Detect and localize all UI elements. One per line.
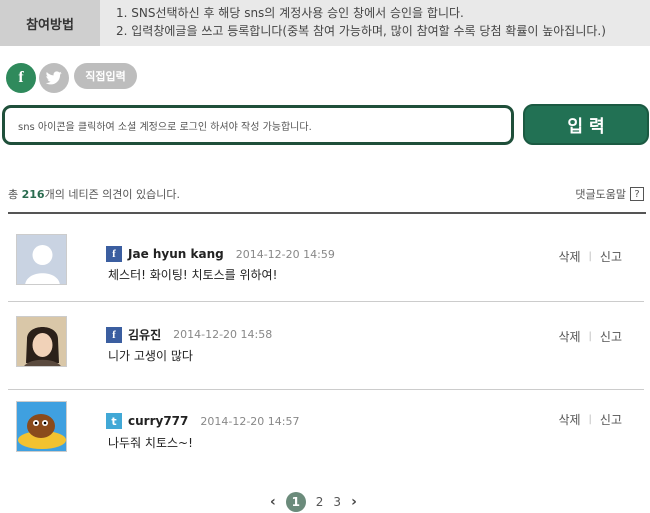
report-link[interactable]: 신고 xyxy=(600,411,622,428)
delete-link[interactable]: 삭제 xyxy=(558,411,580,428)
comment-actions: 삭제 | 신고 xyxy=(558,411,622,428)
comment-actions: 삭제 | 신고 xyxy=(558,248,622,265)
avatar xyxy=(16,234,67,285)
comment-actions: 삭제 | 신고 xyxy=(558,328,622,345)
submit-button[interactable]: 입 력 xyxy=(523,104,649,145)
page-1-button[interactable]: 1 xyxy=(285,492,306,512)
comment-item: t curry777 2014-12-20 14:57 나두줘 치토스~! 삭제… xyxy=(8,390,644,470)
twitter-login-button[interactable] xyxy=(39,63,69,93)
separator: | xyxy=(588,251,592,262)
comment-author: t curry777 2014-12-20 14:57 xyxy=(106,413,300,429)
instructions-label: 참여방법 xyxy=(0,0,100,46)
comment-input-placeholder: sns 아이콘을 클릭하여 소셜 계정으로 로그인 하셔야 작성 가능합니다. xyxy=(18,121,312,133)
comment-text: 체스터! 화이팅! 치토스를 위하여! xyxy=(108,268,278,282)
twitter-icon: t xyxy=(106,413,122,429)
comment-help-label: 댓글도움말 xyxy=(575,188,626,201)
comment-date: 2014-12-20 14:58 xyxy=(173,328,273,341)
comment-count: 총 216개의 네티즌 의견이 있습니다. xyxy=(8,188,181,201)
delete-link[interactable]: 삭제 xyxy=(558,248,580,265)
report-link[interactable]: 신고 xyxy=(600,248,622,265)
comment-item: f Jae hyun kang 2014-12-20 14:59 체스터! 화이… xyxy=(8,222,644,302)
facebook-icon: f xyxy=(106,246,122,262)
comment-count-number: 216 xyxy=(21,188,45,201)
author-name: Jae hyun kang xyxy=(128,247,224,261)
report-link[interactable]: 신고 xyxy=(600,328,622,345)
comment-help-link[interactable]: 댓글도움말 ? xyxy=(575,186,644,202)
instructions-text: 1. SNS선택하신 후 해당 sns의 계정사용 승인 창에서 승인을 합니다… xyxy=(116,4,606,40)
delete-link[interactable]: 삭제 xyxy=(558,328,580,345)
page-2-button[interactable]: 2 xyxy=(316,495,324,509)
comment-text: 니가 고생이 많다 xyxy=(108,349,193,363)
avatar xyxy=(16,316,67,367)
instruction-line-1: 1. SNS선택하신 후 해당 sns의 계정사용 승인 창에서 승인을 합니다… xyxy=(116,6,464,20)
twitter-icon xyxy=(46,71,62,85)
comment-author: f 김유진 2014-12-20 14:58 xyxy=(106,326,272,343)
instruction-line-2: 2. 입력창에글을 쓰고 등록합니다(중복 참여 가능하며, 많이 참여할 수록… xyxy=(116,24,606,38)
direct-input-button[interactable]: 직접입력 xyxy=(74,63,137,89)
comment-date: 2014-12-20 14:59 xyxy=(235,247,335,261)
facebook-icon: f xyxy=(18,69,24,86)
separator: | xyxy=(588,414,592,425)
author-name: curry777 xyxy=(128,414,189,428)
next-page-button[interactable]: › xyxy=(351,494,357,510)
separator: | xyxy=(588,331,592,342)
author-name: 김유진 xyxy=(128,328,162,342)
pagination: ‹ 1 2 3 › xyxy=(270,492,357,512)
comment-author: f Jae hyun kang 2014-12-20 14:59 xyxy=(106,246,335,262)
facebook-login-button[interactable]: f xyxy=(6,63,36,93)
facebook-icon: f xyxy=(106,326,122,343)
comment-text: 나두줘 치토스~! xyxy=(108,436,193,450)
divider xyxy=(8,212,646,214)
avatar xyxy=(16,401,67,452)
comment-item: f 김유진 2014-12-20 14:58 니가 고생이 많다 삭제 | 신고 xyxy=(8,302,644,390)
page-3-button[interactable]: 3 xyxy=(333,495,341,509)
prev-page-button[interactable]: ‹ xyxy=(270,494,276,510)
instructions-panel: 참여방법 1. SNS선택하신 후 해당 sns의 계정사용 승인 창에서 승인… xyxy=(0,0,650,46)
comment-date: 2014-12-20 14:57 xyxy=(200,414,300,428)
question-icon: ? xyxy=(630,187,644,201)
comment-input[interactable]: sns 아이콘을 클릭하여 소셜 계정으로 로그인 하셔야 작성 가능합니다. xyxy=(2,105,514,145)
